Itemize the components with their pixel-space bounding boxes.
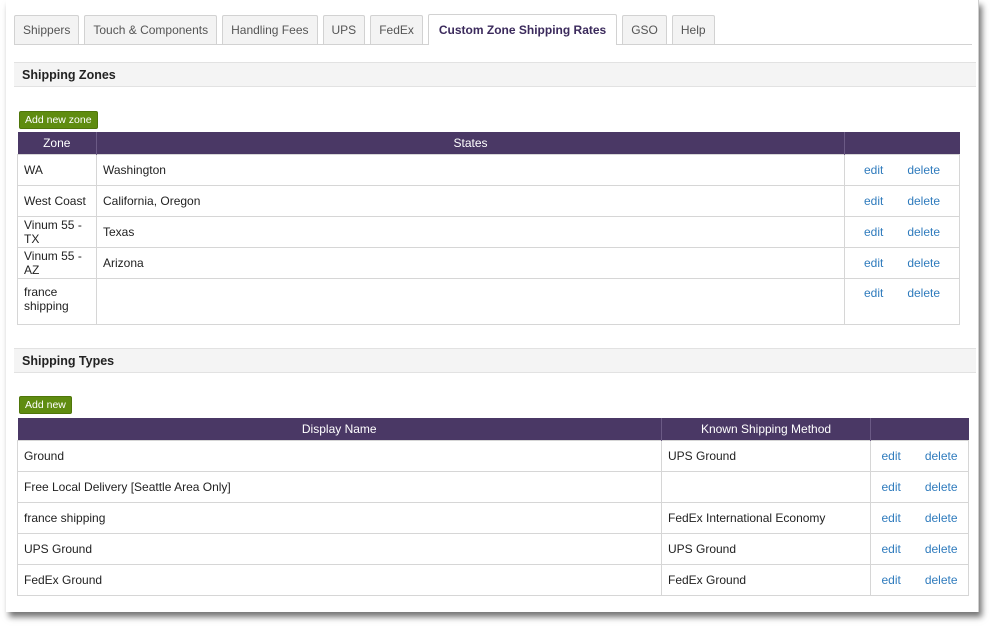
edit-link[interactable]: edit [864,286,883,300]
zone-states: California, Oregon [96,185,845,217]
page-frame: Shippers Touch & Components Handling Fee… [6,0,979,612]
table-row: france shipping edit delete [17,278,960,325]
tab-gso[interactable]: GSO [622,15,667,44]
delete-link[interactable]: delete [925,511,958,525]
add-new-zone-button[interactable]: Add new zone [19,111,98,129]
edit-link[interactable]: edit [881,480,900,494]
column-header-states: States [96,132,845,155]
row-actions: edit delete [870,533,969,565]
tab-touch-components[interactable]: Touch & Components [84,15,218,44]
zone-states: Washington [96,154,845,186]
tab-shippers[interactable]: Shippers [14,15,80,44]
zone-name: West Coast [17,185,97,217]
row-actions: edit delete [870,502,969,534]
tab-custom-zone-shipping-rates[interactable]: Custom Zone Shipping Rates [427,14,618,45]
type-display-name: Ground [17,440,662,472]
delete-link[interactable]: delete [925,542,958,556]
row-actions: edit delete [870,564,969,596]
column-header-known-shipping-method: Known Shipping Method [661,418,871,441]
type-display-name: france shipping [17,502,662,534]
type-shipping-method: UPS Ground [661,533,871,565]
delete-link[interactable]: delete [907,256,940,270]
type-shipping-method: FedEx International Economy [661,502,871,534]
delete-link[interactable]: delete [907,286,940,300]
tab-fedex[interactable]: FedEx [370,15,423,44]
table-row: WA Washington edit delete [17,154,960,186]
row-actions: edit delete [844,216,960,248]
edit-link[interactable]: edit [864,163,883,177]
tab-help[interactable]: Help [671,15,715,44]
add-new-type-button[interactable]: Add new [19,396,72,414]
edit-link[interactable]: edit [881,449,900,463]
tab-ups[interactable]: UPS [322,15,366,44]
zone-name: WA [17,154,97,186]
row-actions: edit delete [844,154,960,186]
type-shipping-method: FedEx Ground [661,564,871,596]
row-actions: edit delete [870,440,969,472]
type-shipping-method: UPS Ground [661,440,871,472]
edit-link[interactable]: edit [881,511,900,525]
zones-table-header: Zone States [17,132,960,155]
delete-link[interactable]: delete [907,194,940,208]
edit-link[interactable]: edit [881,542,900,556]
row-actions: edit delete [870,471,969,503]
column-header-actions [870,418,969,441]
type-display-name: FedEx Ground [17,564,662,596]
zone-name: Vinum 55 - AZ [17,247,97,279]
row-actions: edit delete [844,185,960,217]
type-display-name: Free Local Delivery [Seattle Area Only] [17,471,662,503]
row-actions: edit delete [844,278,960,325]
zone-states [96,278,845,325]
column-header-display-name: Display Name [17,418,662,441]
table-row: Vinum 55 - TX Texas edit delete [17,216,960,248]
shipping-types-header: Shipping Types [14,348,976,373]
edit-link[interactable]: edit [864,225,883,239]
tab-bar: Shippers Touch & Components Handling Fee… [14,14,972,45]
row-actions: edit delete [844,247,960,279]
table-row: West Coast California, Oregon edit delete [17,185,960,217]
delete-link[interactable]: delete [907,163,940,177]
types-table-header: Display Name Known Shipping Method [17,418,969,441]
zone-states: Texas [96,216,845,248]
delete-link[interactable]: delete [925,480,958,494]
table-row: Free Local Delivery [Seattle Area Only] … [17,471,969,503]
zone-name: Vinum 55 - TX [17,216,97,248]
table-row: FedEx Ground FedEx Ground edit delete [17,564,969,596]
zone-states: Arizona [96,247,845,279]
shipping-zones-header: Shipping Zones [14,62,976,87]
types-table: Display Name Known Shipping Method Groun… [17,418,969,596]
delete-link[interactable]: delete [925,449,958,463]
edit-link[interactable]: edit [881,573,900,587]
table-row: Vinum 55 - AZ Arizona edit delete [17,247,960,279]
table-row: france shipping FedEx International Econ… [17,502,969,534]
table-row: UPS Ground UPS Ground edit delete [17,533,969,565]
delete-link[interactable]: delete [907,225,940,239]
column-header-zone: Zone [17,132,97,155]
edit-link[interactable]: edit [864,256,883,270]
table-row: Ground UPS Ground edit delete [17,440,969,472]
edit-link[interactable]: edit [864,194,883,208]
type-shipping-method [661,471,871,503]
column-header-actions [844,132,960,155]
zone-name: france shipping [17,278,97,325]
zones-table: Zone States WA Washington edit delete Wes… [17,132,960,325]
delete-link[interactable]: delete [925,573,958,587]
type-display-name: UPS Ground [17,533,662,565]
tab-handling-fees[interactable]: Handling Fees [222,15,318,44]
